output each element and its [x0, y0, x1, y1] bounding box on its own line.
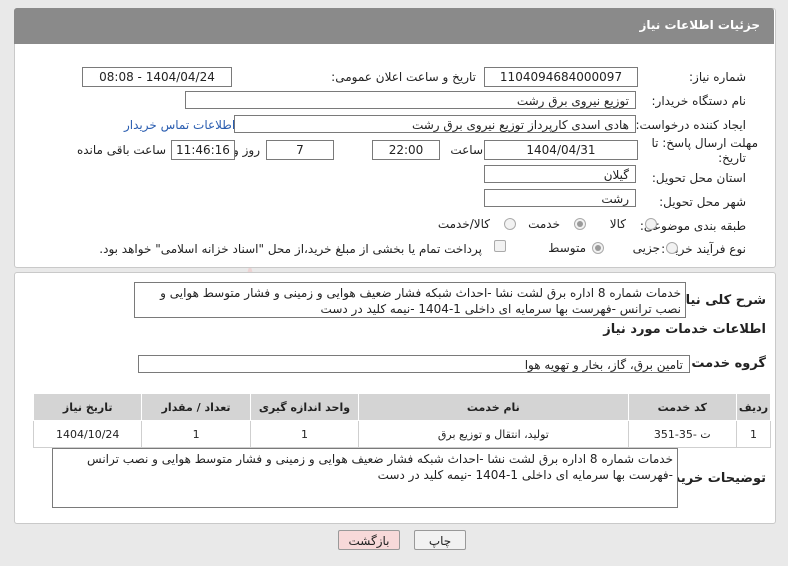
process-radio-medium[interactable] [592, 242, 604, 254]
back-button[interactable]: بازگشت [338, 530, 400, 550]
summary-textarea[interactable]: خدمات شماره 8 اداره برق لشت نشا -احداث ش… [134, 282, 686, 318]
category-option-goods: کالا [609, 217, 626, 231]
category-radio-service[interactable] [574, 218, 586, 230]
treasury-checkbox[interactable] [494, 240, 506, 252]
creator-label: ایجاد کننده درخواست: [635, 118, 746, 132]
table-header-row: ردیف کد خدمت نام خدمت واحد اندازه گیری ت… [32, 393, 772, 421]
need-number-label: شماره نیاز: [689, 70, 746, 84]
services-table: ردیف کد خدمت نام خدمت واحد اندازه گیری ت… [32, 393, 772, 448]
process-radio-minor[interactable] [666, 242, 678, 254]
cell-row: 1 [735, 420, 772, 448]
city-label: شهر محل تحویل: [659, 195, 746, 209]
category-radio-goods-service[interactable] [504, 218, 516, 230]
province-label: استان محل تحویل: [651, 171, 746, 185]
summary-label: شرح کلی نیاز: [672, 293, 766, 308]
col-qty: تعداد / مقدار [141, 393, 251, 421]
process-option-medium: متوسط [548, 241, 586, 255]
service-group-field: تامین برق، گاز، بخار و تهویه هوا [138, 355, 690, 373]
announce-label: تاریخ و ساعت اعلان عمومی: [331, 70, 476, 84]
cell-name: تولید، انتقال و توزیع برق [358, 420, 629, 448]
deadline-time-field: 22:00 [372, 140, 440, 160]
deadline-time-label: ساعت [450, 143, 483, 157]
deadline-label-date: تاریخ: [718, 151, 746, 165]
announce-datetime-field: 1404/04/24 - 08:08 [82, 67, 232, 87]
cell-unit: 1 [249, 420, 360, 448]
cell-code: ت -35-351 [627, 420, 737, 448]
services-section-title: اطلاعات خدمات مورد نیاز [603, 322, 766, 337]
buyer-contact-link[interactable]: اطلاعات تماس خریدار [124, 118, 235, 132]
col-code: کد خدمت [627, 393, 737, 421]
buyer-notes-textarea[interactable]: خدمات شماره 8 اداره برق لشت نشا -احداث ش… [52, 448, 678, 508]
category-option-service: خدمت [528, 217, 560, 231]
province-field: گیلان [484, 165, 636, 183]
col-name: نام خدمت [358, 393, 629, 421]
city-field: رشت [484, 189, 636, 207]
remaining-time-field: 11:46:16 [171, 140, 235, 160]
cell-qty: 1 [141, 420, 251, 448]
col-date: تاریخ نیاز [32, 393, 143, 421]
page-title: جزئیات اطلاعات نیاز [639, 18, 760, 32]
service-group-label: گروه خدمت: [686, 356, 766, 371]
days-label: روز و [233, 143, 260, 157]
category-radio-goods[interactable] [645, 218, 657, 230]
col-row: ردیف [735, 393, 772, 421]
deadline-date-field: 1404/04/31 [484, 140, 638, 160]
cell-date: 1404/10/24 [32, 420, 143, 448]
table-row: 1 ت -35-351 تولید، انتقال و توزیع برق 1 … [32, 420, 772, 448]
days-field: 7 [266, 140, 334, 160]
need-number-field: 1104094684000097 [484, 67, 638, 87]
panel-header: جزئیات اطلاعات نیاز [14, 8, 774, 44]
remaining-label: ساعت باقی مانده [76, 143, 166, 157]
buyer-label: نام دستگاه خریدار: [651, 94, 747, 108]
payment-note: پرداخت تمام یا بخشی از مبلغ خرید،از محل … [99, 242, 482, 256]
col-unit: واحد اندازه گیری [249, 393, 360, 421]
category-option-goods-service: کالا/خدمت [437, 217, 490, 231]
deadline-label: مهلت ارسال پاسخ: تا [651, 136, 758, 150]
buyer-field: توزیع نیروی برق رشت [185, 91, 636, 109]
creator-field: هادی اسدی کارپرداز توزیع نیروی برق رشت [234, 115, 636, 133]
print-button[interactable]: چاپ [414, 530, 466, 550]
process-option-minor: جزیی [632, 241, 660, 255]
